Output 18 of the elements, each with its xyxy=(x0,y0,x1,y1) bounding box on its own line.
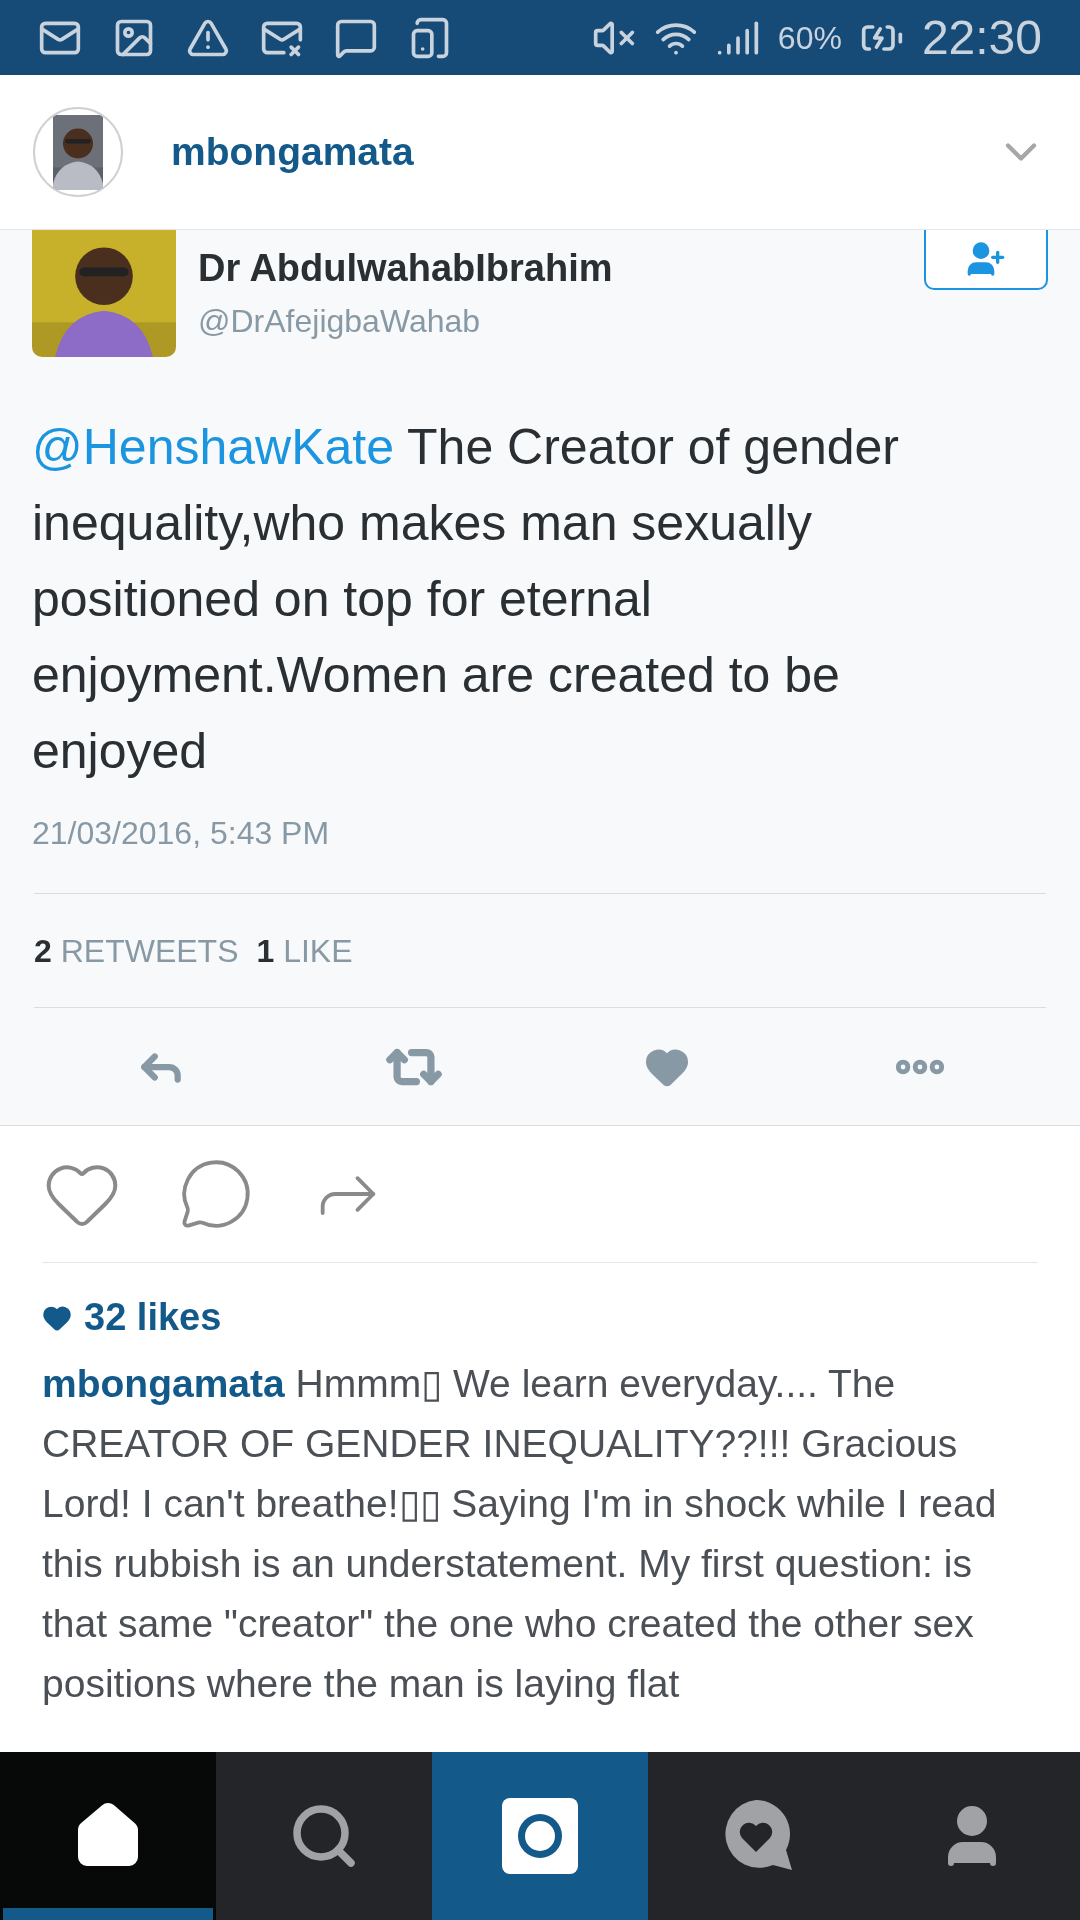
follow-button[interactable] xyxy=(924,230,1048,290)
profile-avatar[interactable] xyxy=(33,107,123,197)
username[interactable]: mbongamata xyxy=(171,122,414,182)
like-count[interactable]: 1 LIKE xyxy=(256,926,353,975)
tweet-author-name: Dr AbdulwahabIbrahim xyxy=(198,246,613,291)
tweet-date: 21/03/2016, 5:43 PM xyxy=(31,814,331,853)
add-user-icon xyxy=(966,239,1006,279)
tweet-text: @HenshawKate The Creator of gender inequality,who makes man sexually positioned on top for eternal enjoyment.Women are created to be enjoyed xyxy=(31,418,900,781)
clock: 22:30 xyxy=(921,9,1042,66)
battery-percent: 60% xyxy=(777,18,842,58)
retweet-count[interactable]: 2 RETWEETS xyxy=(34,926,239,975)
likes-count[interactable]: 32 likes xyxy=(84,1289,222,1346)
caption: mbongamata Hmmm▯ We learn everyday.... The CREATOR OF GENDER INEQUALITY??!!! Gracious Lord! I can't breathe!▯▯ Saying I'm in shock while I read this rubbish is an understatement. My first question: is that same "creator" the one who created the other sex positions where the man is laying flat xyxy=(42,1361,998,1707)
nav-tab[interactable] xyxy=(0,1752,216,1920)
camera-icon xyxy=(502,1798,578,1874)
tweet-author-handle: @DrAfejigbaWahab xyxy=(198,302,482,341)
nav-tab[interactable] xyxy=(432,1752,648,1920)
caption-username[interactable]: mbongamata xyxy=(42,1362,285,1405)
